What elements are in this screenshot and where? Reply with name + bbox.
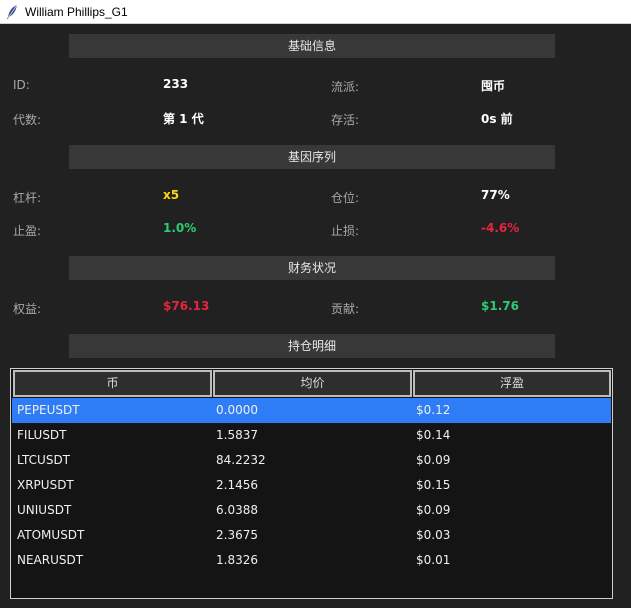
cell-avg-price: 2.3675 [216,528,258,542]
equity-value: $76.13 [163,299,210,313]
cell-pnl: $0.09 [416,503,451,517]
table-header: 币 均价 浮盈 [12,370,611,397]
cell-pnl: $0.01 [416,553,451,567]
table-row[interactable]: LTCUSDT 84.2232 $0.09 [12,448,611,473]
column-header-pnl[interactable]: 浮盈 [413,370,611,397]
cell-avg-price: 0.0000 [216,403,258,417]
alive-label: 存活: [331,113,360,127]
cell-coin: ATOMUSDT [17,528,85,542]
cell-pnl: $0.03 [416,528,451,542]
table-row[interactable]: ATOMUSDT 2.3675 $0.03 [12,523,611,548]
cell-coin: XRPUSDT [17,478,74,492]
title-bar: William Phillips_G1 [0,0,631,24]
equity-label: 权益: [13,302,42,316]
contribution-label: 贡献: [331,302,360,316]
alive-value: 0s 前 [481,112,513,126]
position-value: 77% [481,188,510,202]
generation-label: 代数: [13,113,42,127]
cell-coin: FILUSDT [17,428,67,442]
cell-avg-price: 1.8326 [216,553,258,567]
table-row[interactable]: UNIUSDT 6.0388 $0.09 [12,498,611,523]
positions-table[interactable]: 币 均价 浮盈 PEPEUSDT 0.0000 $0.12 FILUSDT 1.5837… [10,368,613,599]
table-row[interactable]: PEPEUSDT 0.0000 $0.12 [12,398,611,423]
cell-pnl: $0.09 [416,453,451,467]
stop-loss-value: -4.6% [481,221,520,235]
table-row[interactable]: XRPUSDT 2.1456 $0.15 [12,473,611,498]
generation-value: 第 1 代 [163,112,204,126]
feather-icon [7,4,18,19]
section-header-finance: 财务状况 [69,256,555,280]
school-label: 流派: [331,80,360,94]
column-header-coin[interactable]: 币 [13,370,212,397]
cell-coin: LTCUSDT [17,453,71,467]
position-label: 仓位: [331,191,360,205]
cell-pnl: $0.12 [416,403,451,417]
cell-avg-price: 1.5837 [216,428,258,442]
id-label: ID: [13,78,30,92]
section-header-basic: 基础信息 [69,34,555,58]
cell-avg-price: 6.0388 [216,503,258,517]
school-value: 囤币 [481,79,506,93]
table-row[interactable]: FILUSDT 1.5837 $0.14 [12,423,611,448]
leverage-value: x5 [163,188,180,202]
cell-coin: NEARUSDT [17,553,84,567]
window-title: William Phillips_G1 [25,4,128,19]
column-header-avg-price[interactable]: 均价 [213,370,412,397]
cell-avg-price: 2.1456 [216,478,258,492]
cell-coin: PEPEUSDT [17,403,80,417]
cell-avg-price: 84.2232 [216,453,266,467]
take-profit-label: 止盈: [13,224,42,238]
id-value: 233 [163,77,189,91]
section-header-positions: 持仓明细 [69,334,555,358]
cell-coin: UNIUSDT [17,503,72,517]
table-row[interactable]: NEARUSDT 1.8326 $0.01 [12,548,611,573]
take-profit-value: 1.0% [163,221,197,235]
stop-loss-label: 止损: [331,224,360,238]
contribution-value: $1.76 [481,299,519,313]
section-header-gene: 基因序列 [69,145,555,169]
cell-pnl: $0.15 [416,478,451,492]
cell-pnl: $0.14 [416,428,451,442]
leverage-label: 杠杆: [13,191,42,205]
